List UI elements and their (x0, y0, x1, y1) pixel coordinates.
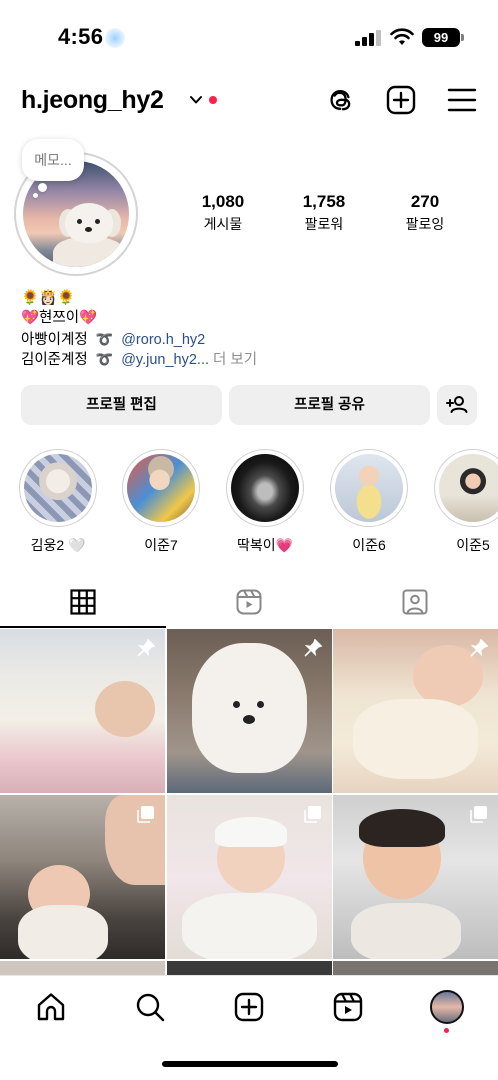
highlight-cover-ring (434, 449, 498, 527)
post-thumbnail[interactable] (0, 961, 165, 975)
bio-account-1-label: 아빵이계정 (21, 332, 88, 348)
highlight-cover-ring (122, 449, 200, 527)
story-highlight-1[interactable]: 김웅2 🤍 (19, 449, 101, 555)
post-thumbnail[interactable] (333, 961, 498, 975)
highlight-label: 이준7 (144, 537, 178, 553)
highlight-cover-ring (19, 449, 97, 527)
bio-more-link[interactable]: 더 보기 (213, 352, 257, 368)
bio-line-account-2: 김이준계정 ➰ @y.jun_hy2... 더 보기 (21, 348, 257, 371)
username-switcher[interactable]: h.jeong_hy2 (21, 86, 164, 115)
stat-posts-label: 게시물 (203, 216, 243, 232)
post-thumbnail[interactable] (167, 629, 332, 793)
battery-tip (461, 34, 464, 41)
stat-followers[interactable]: 1,758 팔로워 (279, 192, 369, 234)
multi-photo-icon (137, 806, 154, 823)
highlight-cover-ring (330, 449, 408, 527)
notification-dot (209, 96, 217, 104)
threads-mention-icon: ➰ (95, 331, 114, 347)
highlight-cover-image (231, 454, 299, 522)
create-post-icon[interactable] (232, 990, 266, 1024)
status-time: 4:56 (58, 24, 104, 49)
multi-photo-icon (304, 806, 321, 823)
story-highlight-5[interactable]: 이준5 (434, 449, 498, 555)
highlight-label: 딱복이💗 (236, 537, 294, 553)
menu-icon[interactable] (446, 84, 478, 116)
pin-icon (470, 639, 488, 657)
memo-bubble-tail-small (33, 193, 38, 198)
tagged-person-icon (402, 589, 428, 615)
focus-indicator-icon (105, 28, 125, 48)
home-indicator[interactable] (162, 1061, 338, 1067)
highlight-label: 이준5 (456, 537, 490, 553)
highlight-label: 이준6 (352, 537, 386, 553)
post-thumbnail[interactable] (0, 795, 165, 959)
bio-account-2-label: 김이준계정 (21, 352, 88, 368)
story-highlight-2[interactable]: 이준7 (122, 449, 204, 555)
bio-line-name: 💖현쯔이💖 (21, 310, 98, 326)
stat-following[interactable]: 270 팔로잉 (380, 192, 470, 234)
highlight-cover-image (439, 454, 498, 522)
threads-icon[interactable] (324, 84, 356, 116)
status-bar: 4:56 99 (0, 0, 498, 70)
active-tab-indicator (0, 626, 166, 628)
battery-indicator: 99 (422, 28, 460, 47)
stat-posts[interactable]: 1,080 게시물 (178, 192, 268, 234)
share-profile-button[interactable]: 프로필 공유 (229, 385, 430, 425)
profile-header: h.jeong_hy2 (0, 80, 498, 122)
memo-bubble[interactable]: 메모... (22, 139, 84, 181)
create-plus-icon[interactable] (385, 84, 417, 116)
search-icon[interactable] (133, 990, 167, 1024)
add-person-icon (446, 396, 468, 413)
stat-following-label: 팔로잉 (405, 216, 445, 232)
profile-notification-dot (444, 1028, 449, 1033)
post-thumbnail[interactable] (333, 795, 498, 959)
bio-line-emoji: 🌻👸🏻🌻 (21, 290, 76, 306)
stat-followers-count: 1,758 (302, 192, 346, 211)
highlight-label: 김웅2 🤍 (30, 537, 86, 553)
chevron-down-icon[interactable] (188, 92, 204, 108)
bio-mention-link-1[interactable]: @roro.h_hy2 (121, 332, 205, 348)
stat-following-count: 270 (410, 192, 440, 211)
pin-icon (137, 639, 155, 657)
cellular-signal-icon (355, 30, 381, 46)
tab-grid[interactable] (0, 578, 166, 628)
post-thumbnail[interactable] (333, 629, 498, 793)
threads-mention-icon: ➰ (95, 351, 114, 367)
tab-reels[interactable] (166, 578, 332, 628)
reels-icon (236, 589, 262, 615)
edit-profile-button[interactable]: 프로필 편집 (21, 385, 222, 425)
highlight-cover-image (127, 454, 195, 522)
post-thumbnail[interactable] (167, 795, 332, 959)
memo-bubble-tail (38, 183, 47, 192)
multi-photo-icon (470, 806, 487, 823)
highlight-cover-image (335, 454, 403, 522)
post-grid (0, 629, 498, 975)
pin-icon (304, 639, 322, 657)
stat-posts-count: 1,080 (201, 192, 245, 211)
highlight-cover-ring (226, 449, 304, 527)
stat-followers-label: 팔로워 (304, 216, 344, 232)
story-highlight-4[interactable]: 이준6 (330, 449, 412, 555)
home-icon[interactable] (34, 990, 68, 1024)
story-highlight-3[interactable]: 딱복이💗 (226, 449, 308, 555)
profile-tabs (0, 578, 498, 628)
highlight-cover-image (24, 454, 92, 522)
post-thumbnail[interactable] (0, 629, 165, 793)
reels-nav-icon[interactable] (331, 990, 365, 1024)
profile-nav-avatar[interactable] (430, 990, 464, 1024)
post-thumbnail[interactable] (167, 961, 332, 975)
bio-mention-link-2[interactable]: @y.jun_hy2... (121, 352, 209, 368)
wifi-icon (390, 28, 414, 45)
grid-icon (70, 589, 96, 615)
discover-people-button[interactable] (437, 385, 477, 425)
tab-tagged[interactable] (332, 578, 498, 628)
